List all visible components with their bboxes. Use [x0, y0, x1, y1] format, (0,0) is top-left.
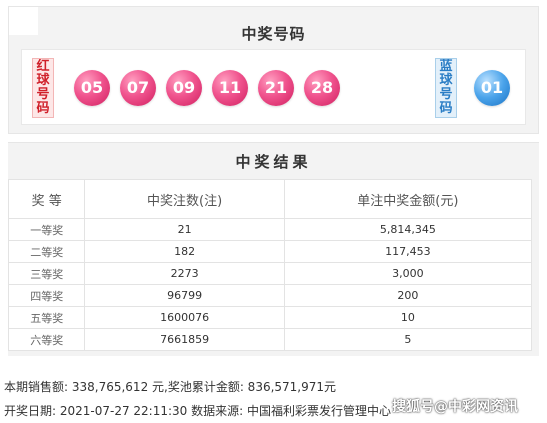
red-ball: 21 [258, 70, 294, 106]
red-ball: 28 [304, 70, 340, 106]
prize-results-panel: 中奖结果 奖 等 中奖注数(注) 单注中奖金额(元) 一等奖 21 5,814,… [7, 142, 539, 356]
prize-amount: 200 [283, 284, 533, 307]
table-header-row: 奖 等 中奖注数(注) 单注中奖金额(元) [7, 179, 533, 219]
blue-ball: 01 [474, 70, 510, 106]
header-winner-count: 中奖注数(注) [84, 179, 285, 219]
prize-level: 一等奖 [7, 218, 86, 241]
prize-level: 三等奖 [7, 262, 86, 285]
watermark: 搜狐号@中彩网资讯 [392, 399, 518, 415]
table-row: 一等奖 21 5,814,345 [7, 218, 533, 241]
red-ball-label: 红球号码 [32, 58, 54, 118]
prize-level: 四等奖 [7, 284, 86, 307]
winner-count: 1600076 [84, 306, 285, 329]
table-row: 六等奖 7661859 5 [7, 328, 533, 351]
prize-amount: 3,000 [283, 262, 533, 285]
red-ball: 09 [166, 70, 202, 106]
header-prize-amount: 单注中奖金额(元) [283, 179, 533, 219]
winning-numbers-panel: 中奖号码 红球号码 05 07 09 11 21 28 蓝球号码 01 [8, 6, 539, 134]
table-row: 三等奖 2273 3,000 [7, 262, 533, 285]
winner-count: 182 [84, 240, 285, 263]
prize-table: 奖 等 中奖注数(注) 单注中奖金额(元) 一等奖 21 5,814,345 二… [7, 179, 533, 351]
winner-count: 2273 [84, 262, 285, 285]
red-ball: 11 [212, 70, 248, 106]
winner-count: 7661859 [84, 328, 285, 351]
red-ball: 07 [120, 70, 156, 106]
table-row: 二等奖 182 117,453 [7, 240, 533, 263]
prize-results-title: 中奖结果 [235, 153, 312, 171]
blue-ball-label: 蓝球号码 [435, 58, 457, 118]
prize-level: 五等奖 [7, 306, 86, 329]
prize-level: 二等奖 [7, 240, 86, 263]
sales-summary: 本期销售额: 338,765,612 元,奖池累计金额: 836,571,971… [4, 380, 337, 394]
red-ball: 05 [74, 70, 110, 106]
prize-level: 六等奖 [7, 328, 86, 351]
prize-amount: 10 [283, 306, 533, 329]
winner-count: 21 [84, 218, 285, 241]
header-level: 奖 等 [7, 179, 86, 219]
draw-info: 开奖日期: 2021-07-27 22:11:30 数据来源: 中国福利彩票发行… [4, 404, 391, 418]
winner-count: 96799 [84, 284, 285, 307]
table-row: 五等奖 1600076 10 [7, 306, 533, 329]
prize-amount: 5 [283, 328, 533, 351]
winning-numbers-title: 中奖号码 [241, 25, 306, 43]
prize-amount: 5,814,345 [283, 218, 533, 241]
ball-area: 红球号码 05 07 09 11 21 28 蓝球号码 01 [21, 49, 526, 125]
prize-amount: 117,453 [283, 240, 533, 263]
table-row: 四等奖 96799 200 [7, 284, 533, 307]
